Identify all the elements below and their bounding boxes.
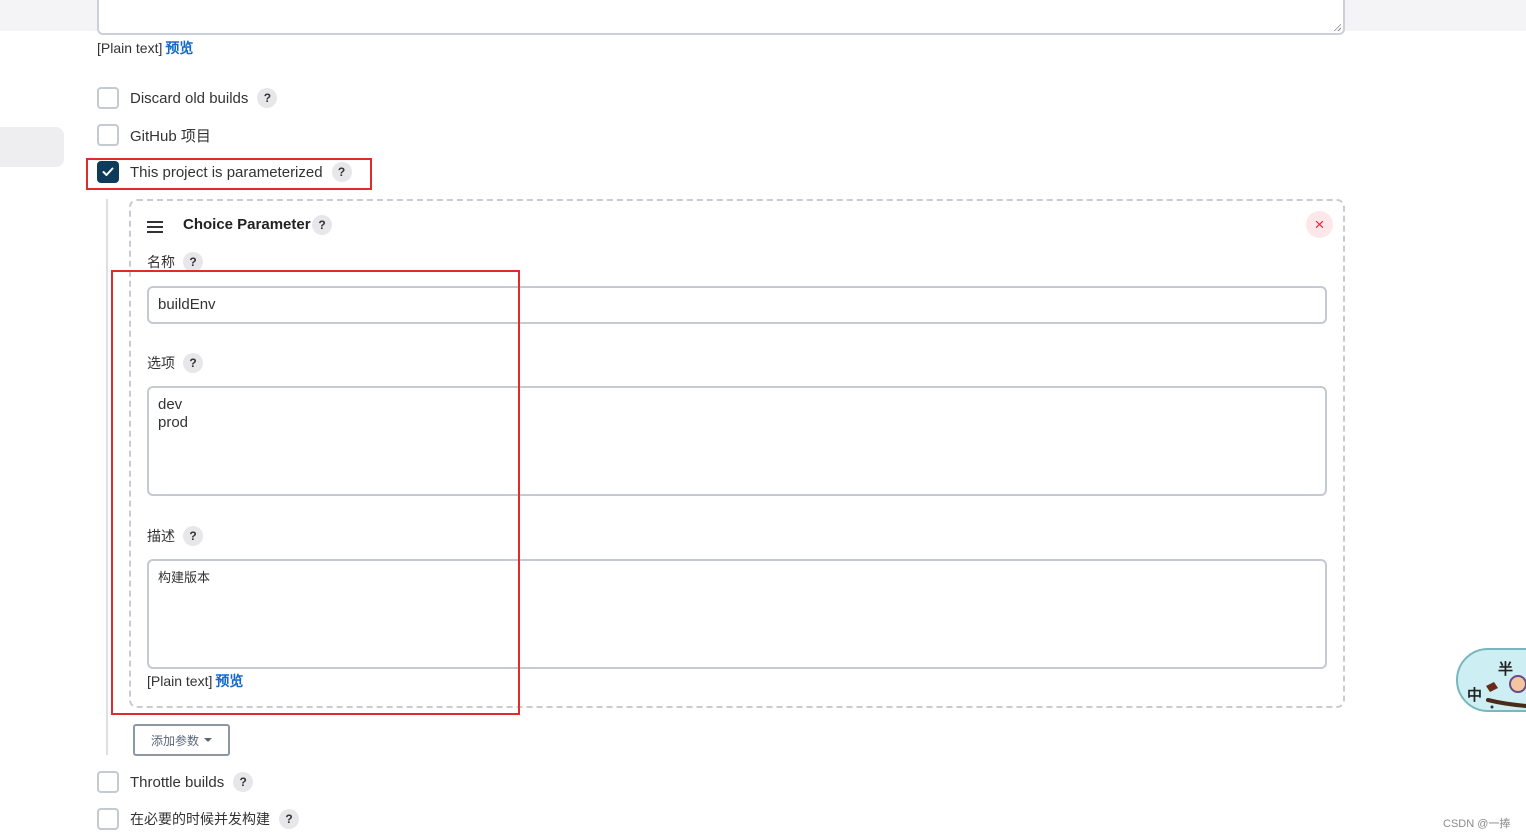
name-field-label: 名称 ? xyxy=(147,252,203,272)
sidebar-active-item[interactable] xyxy=(0,127,64,167)
option-github-project[interactable]: GitHub 项目 xyxy=(97,124,211,146)
option-concurrent-builds[interactable]: 在必要的时候并发构建 ? xyxy=(97,808,299,830)
option-label: This project is parameterized xyxy=(130,163,323,181)
nested-section-line xyxy=(106,199,108,755)
option-label: GitHub 项目 xyxy=(130,127,211,145)
help-icon[interactable]: ? xyxy=(183,252,203,272)
checkbox-checked[interactable] xyxy=(97,161,119,183)
description-textarea[interactable]: 构建版本 xyxy=(147,559,1327,669)
option-label: Discard old builds xyxy=(130,89,249,107)
choices-field-label: 选项 ? xyxy=(147,353,203,373)
label-text: 选项 xyxy=(147,355,175,371)
delete-parameter-button[interactable]: × xyxy=(1306,211,1333,238)
help-icon[interactable]: ? xyxy=(257,88,278,108)
name-input[interactable]: buildEnv xyxy=(147,286,1327,324)
help-icon[interactable]: ? xyxy=(183,353,203,373)
help-icon[interactable]: ? xyxy=(183,526,203,546)
button-label: 添加参数 xyxy=(150,733,199,748)
watermark: CSDN @一捧 xyxy=(1443,818,1511,830)
help-icon[interactable]: ? xyxy=(233,772,254,792)
help-icon[interactable]: ? xyxy=(331,162,352,182)
checkbox[interactable] xyxy=(97,124,119,146)
preview-link[interactable]: 预览 xyxy=(215,673,243,689)
plain-text-row: [Plain text] 预览 xyxy=(147,671,243,691)
option-label: 在必要的时候并发构建 xyxy=(130,811,270,827)
resize-grip-icon[interactable] xyxy=(1333,23,1341,31)
checkbox[interactable] xyxy=(97,771,119,793)
help-icon[interactable]: ? xyxy=(312,215,332,235)
description-textarea[interactable] xyxy=(97,0,1345,35)
plain-text-label: [Plain text] xyxy=(97,40,163,56)
option-discard-old-builds[interactable]: Discard old builds ? xyxy=(97,87,278,109)
add-parameter-button[interactable]: 添加参数 xyxy=(133,724,230,756)
checkmark-icon xyxy=(102,167,114,176)
option-parameterized[interactable]: This project is parameterized ? xyxy=(97,161,352,183)
card-title: Choice Parameter xyxy=(183,216,311,233)
label-text: 名称 xyxy=(147,254,175,270)
preview-link[interactable]: 预览 xyxy=(165,40,193,56)
ime-mascot[interactable]: 半 中 xyxy=(1456,640,1526,714)
caret-down-icon xyxy=(204,738,212,742)
checkbox[interactable] xyxy=(97,87,119,109)
plain-text-label: [Plain text] xyxy=(147,673,213,689)
mascot-figure-icon xyxy=(1486,675,1526,709)
option-label: Throttle builds xyxy=(130,773,225,791)
checkbox[interactable] xyxy=(97,808,119,830)
description-field-label: 描述 ? xyxy=(147,526,203,546)
option-throttle-builds[interactable]: Throttle builds ? xyxy=(97,771,254,793)
label-text: 描述 xyxy=(147,528,175,544)
top-plain-text-row: [Plain text] 预览 xyxy=(97,38,193,58)
ime-char-zhong: 中 xyxy=(1467,686,1483,704)
help-icon[interactable]: ? xyxy=(279,809,299,829)
choices-textarea[interactable]: dev prod xyxy=(147,386,1327,496)
drag-handle-icon[interactable] xyxy=(147,221,163,236)
